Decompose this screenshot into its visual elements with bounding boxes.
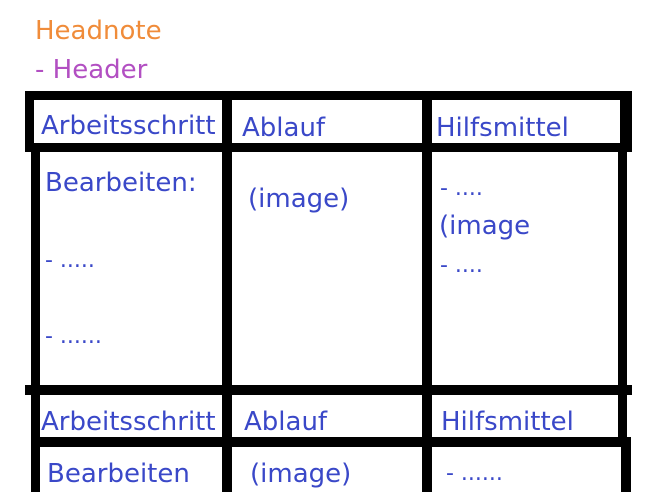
table-1-cell-hilfsmittel-bullet-2: - .... bbox=[440, 253, 483, 278]
table-2-header-hilfsmittel: Hilfsmittel bbox=[441, 407, 574, 437]
headnote-text: Headnote bbox=[35, 16, 162, 46]
table-2-header-divider bbox=[33, 437, 631, 447]
table-1-cell-image: (image) bbox=[248, 184, 350, 214]
table-1-bottom-border bbox=[25, 385, 632, 395]
table-1-cell-bullet-2: - ...... bbox=[45, 324, 102, 349]
table-1-header-ablauf: Ablauf bbox=[242, 113, 326, 143]
table-2-right-border-body bbox=[621, 437, 631, 492]
header-text: - Header bbox=[35, 55, 148, 85]
table-2-header-arbeitsschritt: Arbeitsschritt bbox=[41, 407, 216, 437]
table-1-cell-hilfsmittel-image: (image bbox=[439, 211, 531, 241]
table-2-cell-hilfsmittel: - ...... bbox=[446, 461, 503, 486]
table-1-divider-2 bbox=[422, 91, 432, 395]
table-1-left-border-body bbox=[31, 143, 40, 395]
table-1-cell-bearbeiten: Bearbeiten: bbox=[45, 168, 197, 198]
table-1-cell-bullet-1: - ..... bbox=[45, 248, 95, 273]
table-1-header-arbeitsschritt: Arbeitsschritt bbox=[41, 111, 216, 141]
table-2-divider-1 bbox=[222, 395, 232, 492]
table-2-left-border bbox=[31, 395, 40, 492]
table-2-cell-bearbeiten: Bearbeiten bbox=[47, 459, 190, 489]
table-1-header-divider bbox=[25, 143, 632, 152]
table-1-header-hilfsmittel: Hilfsmittel bbox=[436, 113, 569, 143]
table-2-divider-2 bbox=[422, 395, 432, 492]
table-2-cell-image: (image) bbox=[250, 459, 352, 489]
table-2-header-ablauf: Ablauf bbox=[244, 407, 328, 437]
table-1-cell-hilfsmittel-bullet-1: - .... bbox=[440, 176, 483, 201]
table-1-top-border bbox=[25, 91, 632, 100]
table-1-right-border-body bbox=[618, 143, 627, 395]
table-1-divider-1 bbox=[222, 91, 232, 395]
